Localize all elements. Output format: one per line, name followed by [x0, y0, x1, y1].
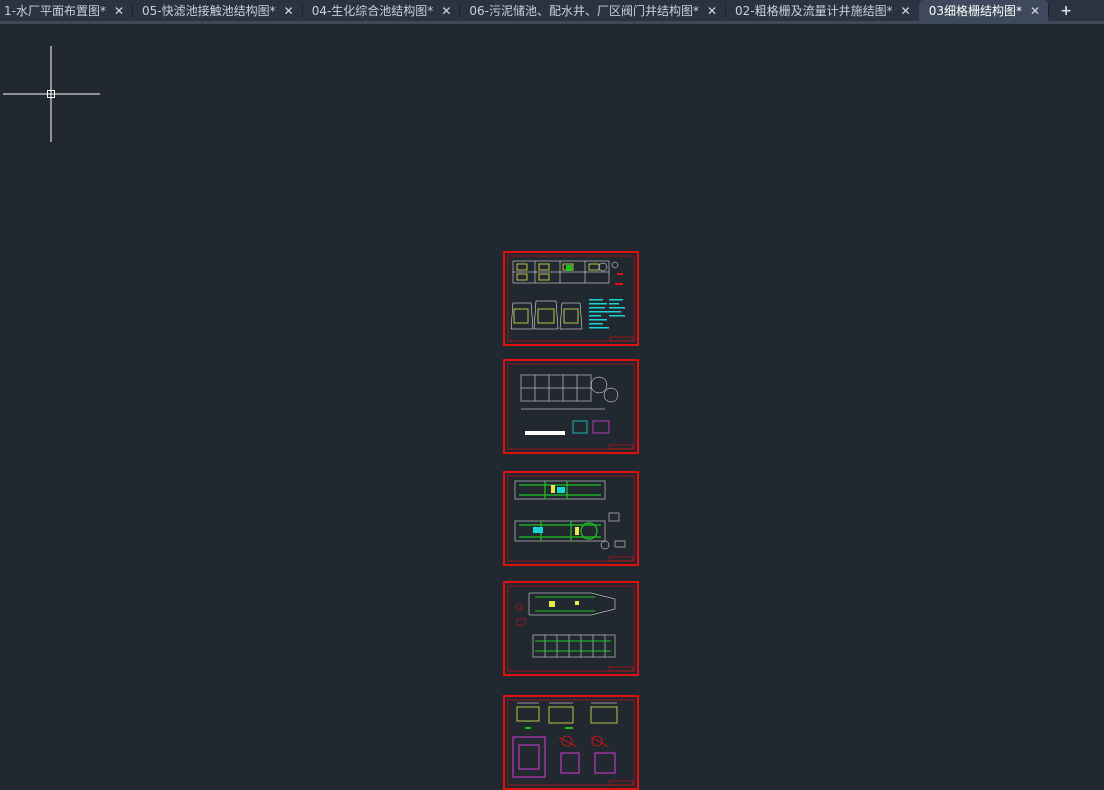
tab-biochem-tank[interactable]: 04-生化综合池结构图* ✕: [302, 0, 461, 21]
sheet-thumbnail: [507, 585, 635, 672]
close-icon[interactable]: ✕: [707, 5, 717, 17]
close-icon[interactable]: ✕: [284, 5, 294, 17]
tab-fast-filter[interactable]: 05-快滤池接触池结构图* ✕: [132, 0, 303, 21]
drawing-sheet-2[interactable]: [503, 359, 639, 454]
tab-water-plant-layout[interactable]: 1-水厂平面布置图* ✕: [0, 0, 134, 21]
drawing-canvas[interactable]: [0, 24, 1104, 790]
sheet-thumbnail: [507, 699, 635, 786]
sheet-thumbnail: [507, 255, 635, 342]
tab-label: 06-污泥储池、配水井、厂区阀门井结构图*: [469, 4, 699, 18]
tab-label: 03细格栅结构图*: [928, 4, 1022, 18]
tab-fine-screen[interactable]: 03细格栅结构图* ✕: [918, 0, 1050, 21]
tab-sludge-tank[interactable]: 06-污泥储池、配水井、厂区阀门井结构图* ✕: [459, 0, 726, 21]
tab-label: 1-水厂平面布置图*: [4, 4, 106, 18]
drawing-sheet-5[interactable]: [503, 695, 639, 790]
sheet-thumbnail: [507, 363, 635, 450]
crosshair-cursor-icon: [3, 46, 100, 142]
close-icon[interactable]: ✕: [901, 5, 911, 17]
close-icon[interactable]: ✕: [1030, 5, 1040, 17]
tab-label: 04-生化综合池结构图*: [311, 4, 434, 18]
close-icon[interactable]: ✕: [441, 5, 451, 17]
tab-coarse-screen[interactable]: 02-粗格栅及流量计井施结图* ✕: [725, 0, 920, 21]
tab-label: 05-快滤池接触池结构图*: [142, 4, 276, 18]
add-tab-button[interactable]: +: [1052, 0, 1080, 21]
drawing-sheet-4[interactable]: [503, 581, 639, 676]
close-icon[interactable]: ✕: [114, 5, 124, 17]
drawing-sheet-1[interactable]: [503, 251, 639, 346]
sheet-thumbnail: [507, 475, 635, 562]
tab-label: 02-粗格栅及流量计井施结图*: [735, 4, 893, 18]
document-tab-bar: 1-水厂平面布置图* ✕ 05-快滤池接触池结构图* ✕ 04-生化综合池结构图…: [0, 0, 1104, 24]
drawing-sheet-3[interactable]: [503, 471, 639, 566]
